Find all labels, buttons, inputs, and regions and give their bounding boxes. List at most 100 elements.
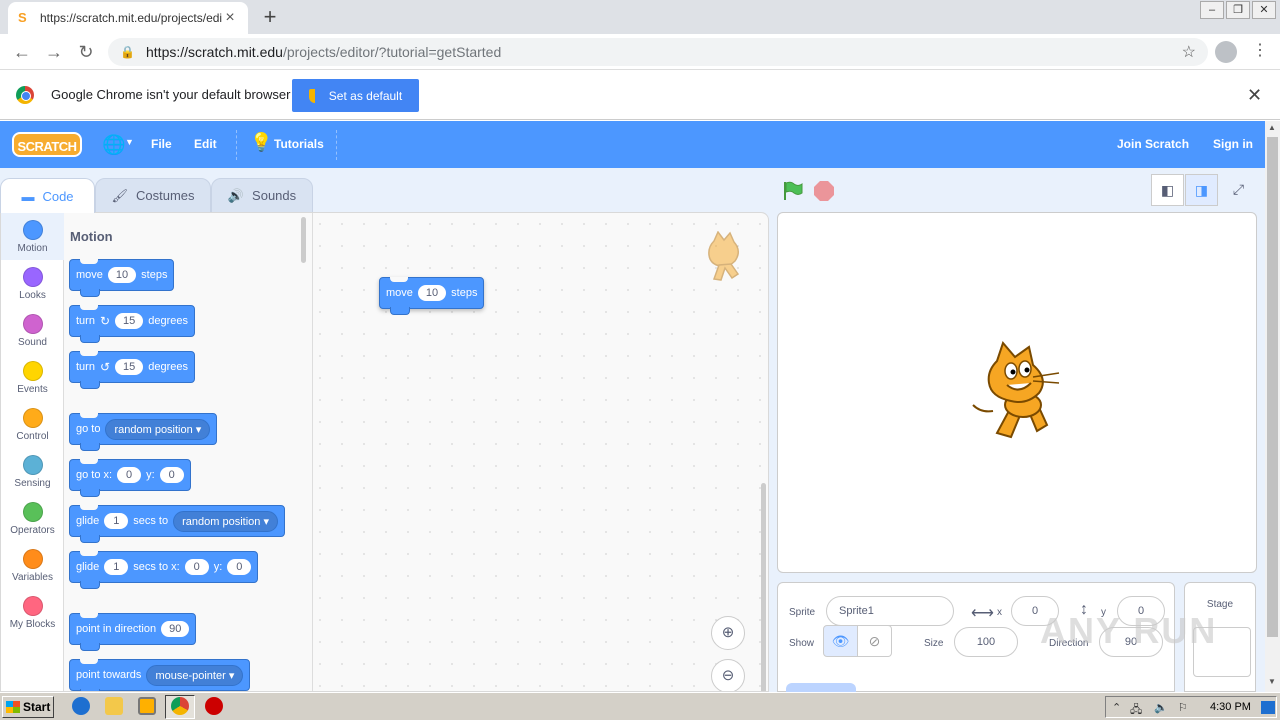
browser-tab-strip: S https://scratch.mit.edu/projects/edit … bbox=[0, 0, 1280, 34]
block-go-to-xy[interactable]: go to x: 0 y: 0 bbox=[69, 459, 191, 497]
show-label: Show bbox=[789, 638, 815, 649]
volume-icon[interactable]: 🔈 bbox=[1154, 701, 1168, 714]
scroll-up-icon[interactable]: ▲ bbox=[1268, 123, 1276, 132]
size-field[interactable]: 100 bbox=[954, 627, 1018, 657]
stop-icon[interactable] bbox=[814, 181, 834, 201]
block-turn-left[interactable]: turn ↺ 15 degrees bbox=[69, 351, 196, 389]
block-number-input[interactable]: 10 bbox=[417, 285, 447, 301]
block-number-input[interactable]: 0 bbox=[227, 559, 252, 575]
close-window-button[interactable]: ✕ bbox=[1252, 1, 1276, 19]
category-control[interactable]: Control bbox=[1, 401, 64, 448]
script-block-move-steps[interactable]: move 10 steps bbox=[379, 277, 485, 315]
stop-sign-icon[interactable] bbox=[205, 697, 223, 715]
zoom-in-button[interactable]: ⊕ bbox=[711, 616, 745, 650]
block-move-steps[interactable]: move 10 steps bbox=[69, 259, 175, 297]
tray-expand-icon[interactable]: ⌃ bbox=[1112, 701, 1126, 714]
scroll-down-icon[interactable]: ▼ bbox=[1268, 677, 1276, 686]
minimize-button[interactable]: – bbox=[1200, 1, 1224, 19]
block-go-to[interactable]: go to random position ▾ bbox=[69, 413, 218, 451]
category-label: Operators bbox=[10, 525, 55, 536]
category-sensing[interactable]: Sensing bbox=[1, 448, 64, 495]
speaker-icon: 🔊 bbox=[227, 187, 245, 203]
reload-icon[interactable]: ↻ bbox=[74, 40, 98, 64]
scrollbar-thumb[interactable] bbox=[1267, 137, 1278, 637]
block-number-input[interactable]: 15 bbox=[115, 359, 144, 375]
category-dot bbox=[22, 596, 43, 616]
block-number-input[interactable]: 0 bbox=[117, 467, 142, 483]
tab-title: https://scratch.mit.edu/projects/edit bbox=[40, 11, 222, 25]
fullscreen-icon[interactable]: ⤢ bbox=[1222, 174, 1255, 206]
block-number-input[interactable]: 10 bbox=[107, 267, 137, 283]
tab-code[interactable]: ▬ Code bbox=[0, 178, 95, 213]
page-scrollbar[interactable]: ▲ ▼ bbox=[1265, 121, 1280, 692]
block-number-input[interactable]: 1 bbox=[104, 513, 129, 529]
block-point-towards[interactable]: point towards mouse-pointer ▾ bbox=[69, 659, 251, 691]
category-operators[interactable]: Operators bbox=[1, 495, 64, 542]
bookmark-star-icon[interactable]: ☆ bbox=[1182, 42, 1196, 62]
category-my-blocks[interactable]: My Blocks bbox=[1, 589, 64, 636]
internet-explorer-icon[interactable] bbox=[72, 697, 90, 715]
folder-icon[interactable] bbox=[105, 697, 123, 715]
category-looks[interactable]: Looks bbox=[1, 260, 64, 307]
tutorials-menu[interactable]: Tutorials bbox=[274, 137, 324, 151]
category-sound[interactable]: Sound bbox=[1, 307, 64, 354]
tab-sounds[interactable]: 🔊 Sounds bbox=[211, 178, 313, 213]
block-dropdown[interactable]: mouse-pointer ▾ bbox=[146, 664, 244, 686]
palette-scrollbar[interactable] bbox=[301, 217, 306, 263]
category-variables[interactable]: Variables bbox=[1, 542, 64, 589]
block-number-input[interactable]: 15 bbox=[115, 313, 144, 329]
block-glide-xy[interactable]: glide 1 secs to x: 0 y: 0 bbox=[69, 551, 259, 589]
normal-stage-button[interactable]: ◨ bbox=[1185, 174, 1218, 206]
block-point-in-direction[interactable]: point in direction 90 bbox=[69, 613, 197, 651]
sign-in-link[interactable]: Sign in bbox=[1213, 137, 1253, 151]
profile-avatar[interactable] bbox=[1215, 41, 1237, 63]
edit-menu[interactable]: Edit bbox=[194, 137, 217, 151]
sprite-name-field[interactable]: Sprite1 bbox=[826, 596, 954, 626]
block-dropdown[interactable]: random position ▾ bbox=[173, 510, 278, 532]
scratch-logo[interactable]: SCRATCH bbox=[12, 132, 82, 157]
network-icon[interactable]: 🖧 bbox=[1130, 701, 1144, 716]
stage-label: Stage bbox=[1206, 599, 1234, 610]
block-number-input[interactable]: 0 bbox=[184, 559, 209, 575]
block-glide[interactable]: glide 1 secs to random position ▾ bbox=[69, 505, 285, 543]
chrome-menu-icon[interactable]: ⋮ bbox=[1252, 40, 1268, 60]
restore-button[interactable]: ❐ bbox=[1226, 1, 1250, 19]
file-menu[interactable]: File bbox=[151, 137, 172, 151]
infobar-message: Google Chrome isn't your default browser bbox=[51, 87, 291, 102]
block-number-input[interactable]: 1 bbox=[104, 559, 129, 575]
clock: 4:30 PM bbox=[1210, 701, 1251, 713]
url-field[interactable]: 🔒 https://scratch.mit.edu/projects/edito… bbox=[108, 38, 1208, 66]
sprite-label: Sprite bbox=[789, 607, 816, 618]
new-tab-button[interactable]: + bbox=[258, 5, 282, 29]
green-flag-icon[interactable] bbox=[782, 181, 804, 201]
category-label: Sound bbox=[18, 337, 47, 348]
close-infobar-icon[interactable]: ✕ bbox=[1247, 85, 1262, 106]
tab-costumes[interactable]: 🖌 Costumes bbox=[95, 178, 211, 213]
stage-canvas[interactable] bbox=[777, 212, 1257, 573]
browser-tab[interactable]: S https://scratch.mit.edu/projects/edit … bbox=[8, 2, 248, 34]
block-turn-right[interactable]: turn ↻ 15 degrees bbox=[69, 305, 196, 343]
category-label: Motion bbox=[17, 243, 48, 254]
close-tab-icon[interactable]: × bbox=[222, 9, 238, 27]
forward-icon[interactable]: → bbox=[42, 40, 66, 64]
join-scratch-link[interactable]: Join Scratch bbox=[1117, 137, 1189, 151]
workspace-scrollbar[interactable] bbox=[761, 483, 766, 691]
block-number-input[interactable]: 90 bbox=[161, 621, 190, 637]
category-motion[interactable]: Motion bbox=[1, 213, 64, 260]
block-dropdown[interactable]: random position ▾ bbox=[105, 418, 211, 440]
start-button[interactable]: Start bbox=[2, 696, 54, 718]
zoom-out-button[interactable]: ⊖ bbox=[711, 659, 745, 691]
script-area[interactable]: move 10 steps ⊕ ⊖ bbox=[313, 213, 768, 691]
cat-sprite[interactable] bbox=[967, 341, 1067, 445]
globe-icon[interactable]: 🌐 bbox=[102, 133, 126, 157]
small-stage-button[interactable]: ◧ bbox=[1151, 174, 1184, 206]
block-number-input[interactable]: 0 bbox=[159, 467, 184, 483]
show-desktop-icon[interactable] bbox=[1261, 701, 1275, 714]
hide-sprite-eye-icon[interactable]: ⊘ bbox=[857, 625, 892, 657]
category-events[interactable]: Events bbox=[1, 354, 64, 401]
back-icon[interactable]: ← bbox=[10, 40, 34, 64]
flag-icon[interactable]: ⚐ bbox=[1178, 701, 1192, 714]
set-as-default-button[interactable]: Set as default bbox=[292, 79, 419, 112]
show-sprite-eye-icon[interactable]: 👁 bbox=[823, 625, 858, 657]
media-player-icon[interactable] bbox=[138, 697, 156, 715]
